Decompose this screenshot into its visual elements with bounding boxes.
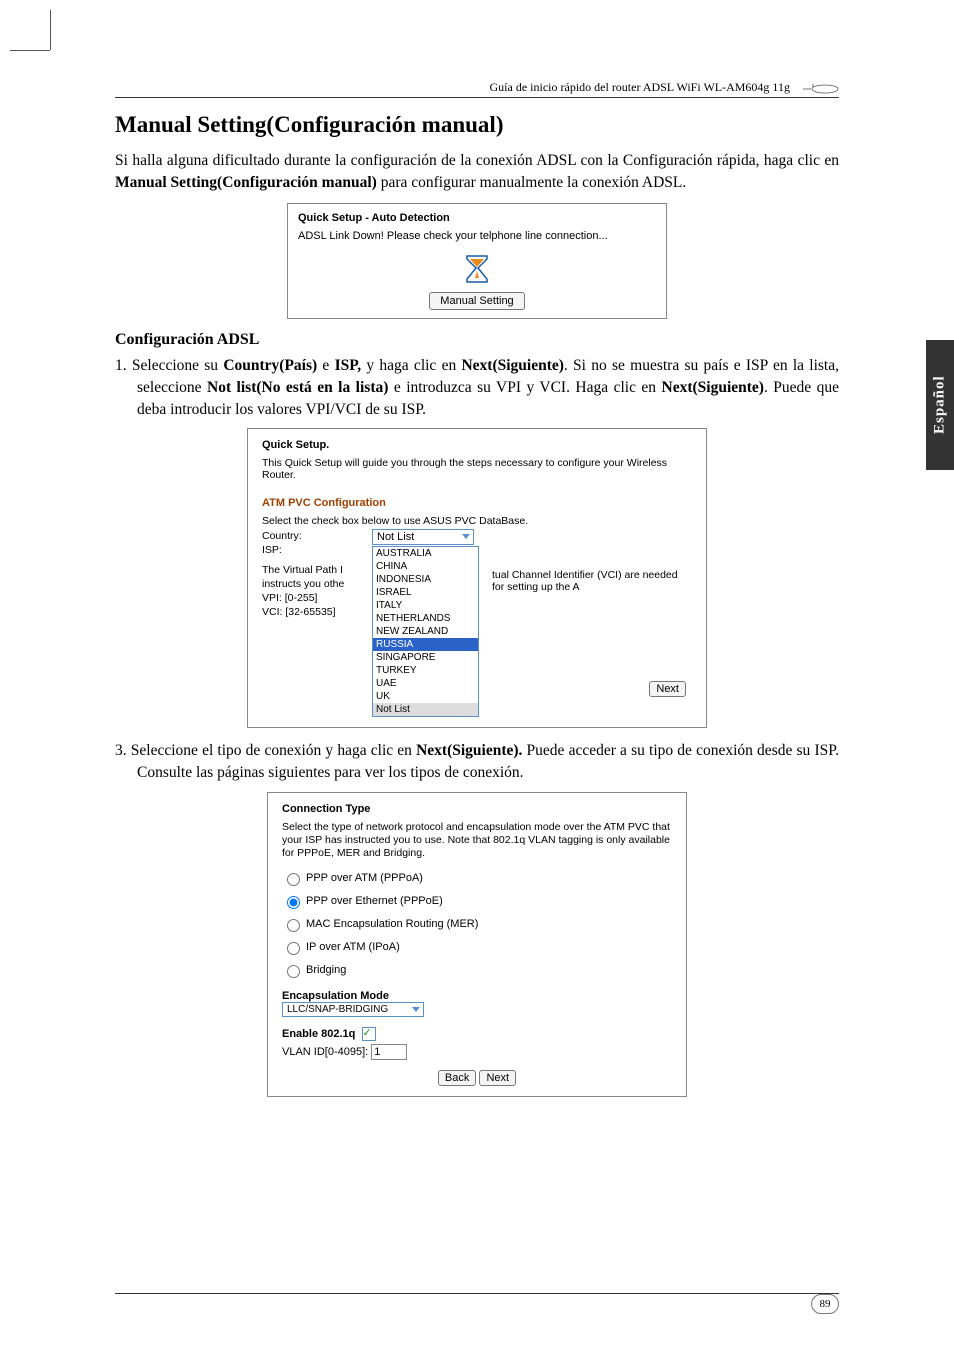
path-line1: The Virtual Path I [262, 563, 372, 577]
shot2-title: Quick Setup. [262, 439, 692, 451]
step1-b5: Next(Siguiente) [662, 379, 764, 396]
page-content: Guía de inicio rápido del router ADSL Wi… [60, 50, 894, 1320]
adsl-heading: Configuración ADSL [115, 331, 839, 349]
country-label: Country: [262, 530, 302, 542]
intro-paragraph: Si halla alguna dificultado durante la c… [115, 150, 839, 193]
step3-num: 3. [115, 742, 127, 759]
shot3-title: Connection Type [282, 803, 672, 815]
shot1-title: Quick Setup - Auto Detection [298, 212, 656, 224]
country-opt-selected[interactable]: RUSSIA [373, 638, 478, 651]
step1-d: y haga clic en [361, 357, 461, 374]
vci-label: VCI: [32-65535] [262, 605, 372, 619]
step1-b3: Next(Siguiente) [461, 357, 563, 374]
shot3-desc: Select the type of network protocol and … [282, 821, 672, 860]
country-opt[interactable]: AUSTRALIA [373, 547, 478, 560]
crop-mark-horizontal [10, 50, 50, 51]
page-number: 89 [811, 1294, 839, 1314]
router-icon [799, 82, 839, 94]
encap-heading: Encapsulation Mode [282, 990, 672, 1002]
country-opt[interactable]: INDONESIA [373, 573, 478, 586]
radio-bridging[interactable] [287, 965, 300, 978]
shot1-msg: ADSL Link Down! Please check your telpho… [298, 230, 656, 242]
next-button[interactable]: Next [649, 681, 686, 697]
enable-8021q-checkbox[interactable] [362, 1027, 376, 1041]
step1-f: e introduzca su VPI y VCI. Haga clic en [388, 379, 661, 396]
country-opt[interactable]: UAE [373, 677, 478, 690]
country-opt[interactable]: TURKEY [373, 664, 478, 677]
isp-label: ISP: [262, 544, 282, 556]
header-text: Guía de inicio rápido del router ADSL Wi… [490, 80, 790, 94]
country-opt[interactable]: NEW ZEALAND [373, 625, 478, 638]
opt-pppoe: PPP over Ethernet (PPPoE) [306, 895, 443, 907]
step-1: 1. Seleccione su Country(País) e ISP, y … [115, 355, 839, 420]
country-listbox[interactable]: AUSTRALIA CHINA INDONESIA ISRAEL ITALY N… [372, 546, 479, 717]
manual-setting-button[interactable]: Manual Setting [429, 292, 524, 310]
opt-bridging: Bridging [306, 964, 346, 976]
radio-pppoe[interactable] [287, 896, 300, 909]
enable-8021q-label: Enable 802.1q [282, 1028, 355, 1040]
step-3: 3. Seleccione el tipo de conexión y haga… [115, 740, 839, 783]
country-opt[interactable]: SINGAPORE [373, 651, 478, 664]
encap-dropdown[interactable]: LLC/SNAP-BRIDGING [282, 1002, 424, 1017]
vlan-id-input[interactable] [371, 1044, 407, 1060]
vpi-label: VPI: [0-255] [262, 591, 372, 605]
radio-mer[interactable] [287, 919, 300, 932]
step3-a: Seleccione el tipo de conexión y haga cl… [127, 742, 416, 759]
hourglass-icon [464, 254, 490, 284]
vlan-label: VLAN ID[0-4095]: [282, 1046, 368, 1058]
crop-mark-vertical [50, 10, 51, 50]
country-dropdown[interactable]: Not List [372, 529, 474, 545]
intro-text-a: Si halla alguna dificultado durante la c… [115, 152, 839, 169]
back-button[interactable]: Back [438, 1070, 476, 1086]
shot2-sub: Select the check box below to use ASUS P… [262, 515, 692, 527]
country-opt[interactable]: Not List [373, 703, 478, 716]
opt-ipoa: IP over ATM (IPoA) [306, 941, 400, 953]
language-tab: Español [926, 340, 954, 470]
page-header: Guía de inicio rápido del router ADSL Wi… [115, 80, 839, 98]
step3-b: Next(Siguiente). [416, 742, 522, 759]
opt-pppoa: PPP over ATM (PPPoA) [306, 872, 423, 884]
screenshot-connection-type: Connection Type Select the type of netwo… [267, 792, 687, 1097]
country-opt[interactable]: NETHERLANDS [373, 612, 478, 625]
screenshot-auto-detection: Quick Setup - Auto Detection ADSL Link D… [287, 203, 667, 319]
opt-mer: MAC Encapsulation Routing (MER) [306, 918, 478, 930]
radio-ipoa[interactable] [287, 942, 300, 955]
shot2-intro: This Quick Setup will guide you through … [262, 457, 692, 481]
screenshot-quick-setup: Quick Setup. This Quick Setup will guide… [247, 428, 707, 728]
step1-c: e [317, 357, 334, 374]
intro-bold: Manual Setting(Configuración manual) [115, 174, 377, 191]
country-opt[interactable]: ITALY [373, 599, 478, 612]
section-title: Manual Setting(Configuración manual) [115, 112, 839, 138]
step1-b1: Country(País) [223, 357, 317, 374]
intro-text-c: para configurar manualmente la conexión … [377, 174, 686, 191]
country-opt[interactable]: ISRAEL [373, 586, 478, 599]
footer-rule [115, 1293, 839, 1294]
step1-b2: ISP, [335, 357, 362, 374]
vci-note: tual Channel Identifier (VCI) are needed… [492, 569, 692, 593]
country-opt[interactable]: UK [373, 690, 478, 703]
path-line2: instructs you othe [262, 577, 372, 591]
step1-a: Seleccione su [127, 357, 224, 374]
country-opt[interactable]: CHINA [373, 560, 478, 573]
radio-pppoa[interactable] [287, 873, 300, 886]
next-button-2[interactable]: Next [479, 1070, 516, 1086]
step1-num: 1. [115, 357, 127, 374]
shot2-heading: ATM PVC Configuration [262, 497, 692, 509]
step1-b4: Not list(No está en la lista) [207, 379, 388, 396]
shot2-left-col: Country: ISP: The Virtual Path I instruc… [262, 529, 372, 717]
